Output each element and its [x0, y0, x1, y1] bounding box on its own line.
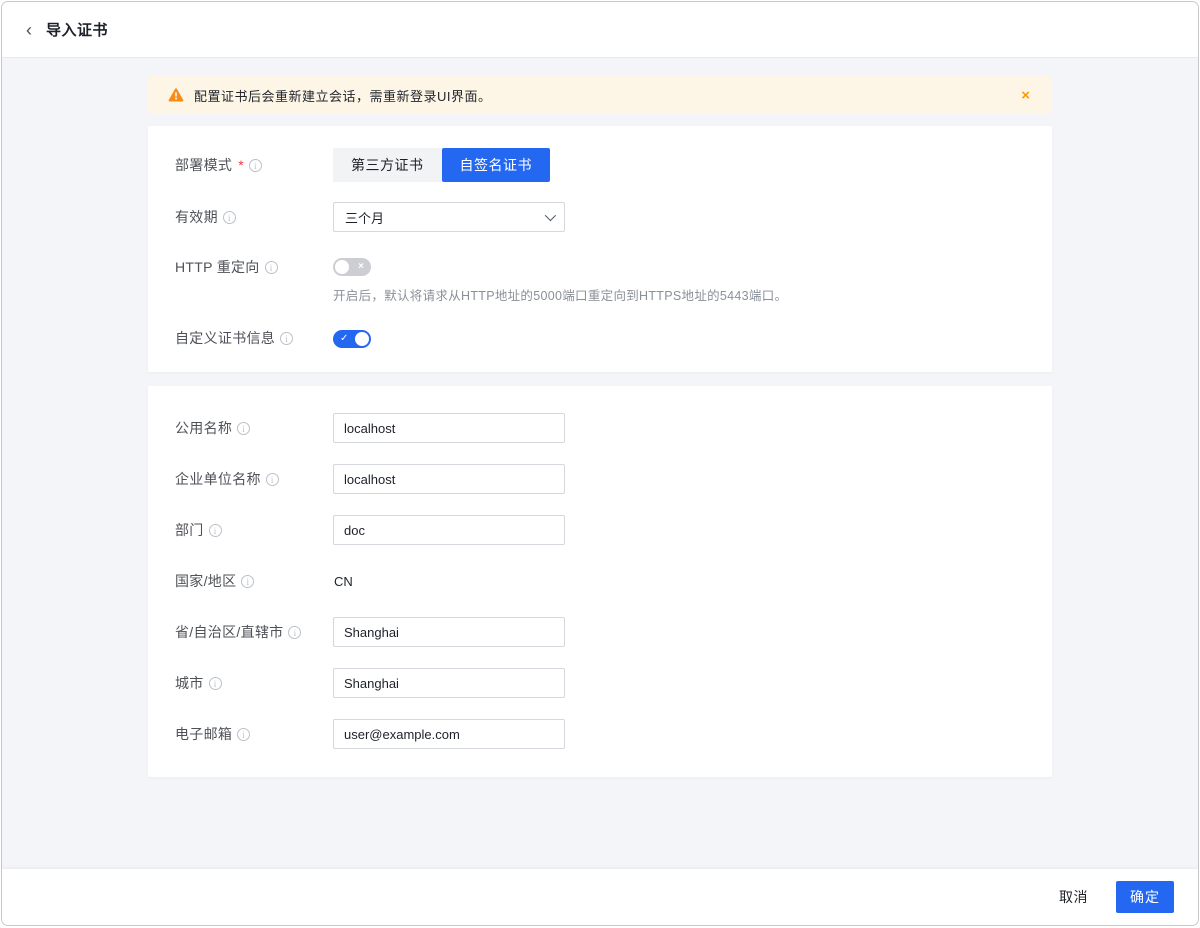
page-footer: 取消 确定: [2, 869, 1198, 925]
chevron-down-icon: [545, 210, 556, 221]
confirm-button[interactable]: 确定: [1116, 881, 1174, 913]
cert-field-label: 城市 i: [175, 673, 333, 693]
label-text: HTTP 重定向: [175, 257, 260, 277]
field-label: 部门: [175, 520, 204, 540]
label-text: 有效期: [175, 207, 218, 227]
cert-field-input[interactable]: [333, 515, 565, 545]
page-title: 导入证书: [46, 19, 108, 40]
custom-cert-label: 自定义证书信息 i: [175, 328, 333, 348]
info-icon[interactable]: i: [237, 422, 250, 435]
cert-field-input[interactable]: [333, 668, 565, 698]
cert-details-card: 公用名称 i 企业单位名称 i: [148, 386, 1052, 777]
required-mark: *: [238, 157, 244, 173]
field-label: 省/自治区/直辖市: [175, 622, 283, 642]
field-static-value: CN: [333, 574, 353, 589]
field-label: 城市: [175, 673, 204, 693]
cert-field-row: 企业单位名称 i: [175, 464, 1025, 494]
http-redirect-label: HTTP 重定向 i: [175, 257, 333, 277]
info-icon[interactable]: i: [280, 332, 293, 345]
cert-settings-card: 部署模式 * i 第三方证书 自签名证书 有效期 i 三个月: [148, 126, 1052, 372]
self-signed-cert-button[interactable]: 自签名证书: [442, 148, 551, 182]
field-label: 企业单位名称: [175, 469, 261, 489]
cert-field-row: 公用名称 i: [175, 413, 1025, 443]
info-icon[interactable]: i: [209, 524, 222, 537]
info-icon[interactable]: i: [223, 211, 236, 224]
info-icon[interactable]: i: [237, 728, 250, 741]
http-redirect-toggle[interactable]: ×: [333, 258, 371, 276]
toggle-knob: [335, 260, 349, 274]
cert-field-input[interactable]: [333, 464, 565, 494]
http-redirect-control: × 开启后，默认将请求从HTTP地址的5000端口重定向到HTTPS地址的544…: [333, 256, 787, 304]
close-icon[interactable]: ×: [1015, 86, 1036, 105]
info-icon[interactable]: i: [265, 261, 278, 274]
cert-field-row: 部门 i: [175, 515, 1025, 545]
info-icon[interactable]: i: [288, 626, 301, 639]
validity-label: 有效期 i: [175, 207, 333, 227]
cert-field-label: 电子邮箱 i: [175, 724, 333, 744]
back-icon[interactable]: ‹: [26, 21, 32, 39]
app-window: ‹ 导入证书 配置证书后会重新建立会话，需重新登录UI界面。 ×: [1, 1, 1199, 926]
warning-message: 配置证书后会重新建立会话，需重新登录UI界面。: [194, 86, 492, 105]
cert-field-row: 省/自治区/直辖市 i: [175, 617, 1025, 647]
cert-field-label: 省/自治区/直辖市 i: [175, 622, 333, 642]
field-label: 电子邮箱: [175, 724, 232, 744]
custom-cert-row: 自定义证书信息 i ✓: [175, 328, 1025, 348]
warning-banner: 配置证书后会重新建立会话，需重新登录UI界面。 ×: [148, 76, 1052, 114]
http-redirect-row: HTTP 重定向 i × 开启后，默认将请求从HTTP地址的5000端口重定向到…: [175, 256, 1025, 304]
info-icon[interactable]: i: [266, 473, 279, 486]
validity-row: 有效期 i 三个月: [175, 202, 1025, 232]
label-text: 自定义证书信息: [175, 328, 275, 348]
page-content: 配置证书后会重新建立会话，需重新登录UI界面。 × 部署模式 * i 第三方证书 …: [2, 58, 1198, 869]
http-redirect-helper: 开启后，默认将请求从HTTP地址的5000端口重定向到HTTPS地址的5443端…: [333, 285, 787, 304]
field-label: 国家/地区: [175, 571, 236, 591]
validity-selected-value: 三个月: [345, 208, 384, 227]
info-icon[interactable]: i: [249, 159, 262, 172]
cert-field-label: 公用名称 i: [175, 418, 333, 438]
toggle-on-icon: ✓: [340, 330, 348, 348]
page-header: ‹ 导入证书: [2, 2, 1198, 58]
third-party-cert-button[interactable]: 第三方证书: [333, 148, 442, 182]
info-icon[interactable]: i: [241, 575, 254, 588]
cert-field-input[interactable]: [333, 617, 565, 647]
cancel-button[interactable]: 取消: [1057, 881, 1090, 913]
custom-cert-toggle[interactable]: ✓: [333, 330, 371, 348]
toggle-off-icon: ×: [358, 258, 364, 276]
cert-field-input[interactable]: [333, 413, 565, 443]
cert-field-label: 企业单位名称 i: [175, 469, 333, 489]
toggle-knob: [355, 332, 369, 346]
cert-field-label: 国家/地区 i: [175, 571, 333, 591]
cert-field-input[interactable]: [333, 719, 565, 749]
cert-field-row: 城市 i: [175, 668, 1025, 698]
warning-icon: [168, 87, 184, 103]
label-text: 部署模式: [175, 155, 232, 175]
info-icon[interactable]: i: [209, 677, 222, 690]
cert-field-row: 电子邮箱 i: [175, 719, 1025, 749]
deploy-mode-label: 部署模式 * i: [175, 155, 333, 175]
field-label: 公用名称: [175, 418, 232, 438]
cert-field-label: 部门 i: [175, 520, 333, 540]
cert-field-row: 国家/地区 i CN: [175, 566, 1025, 596]
validity-select[interactable]: 三个月: [333, 202, 565, 232]
deploy-mode-segmented: 第三方证书 自签名证书: [333, 148, 550, 182]
deploy-mode-row: 部署模式 * i 第三方证书 自签名证书: [175, 148, 1025, 182]
